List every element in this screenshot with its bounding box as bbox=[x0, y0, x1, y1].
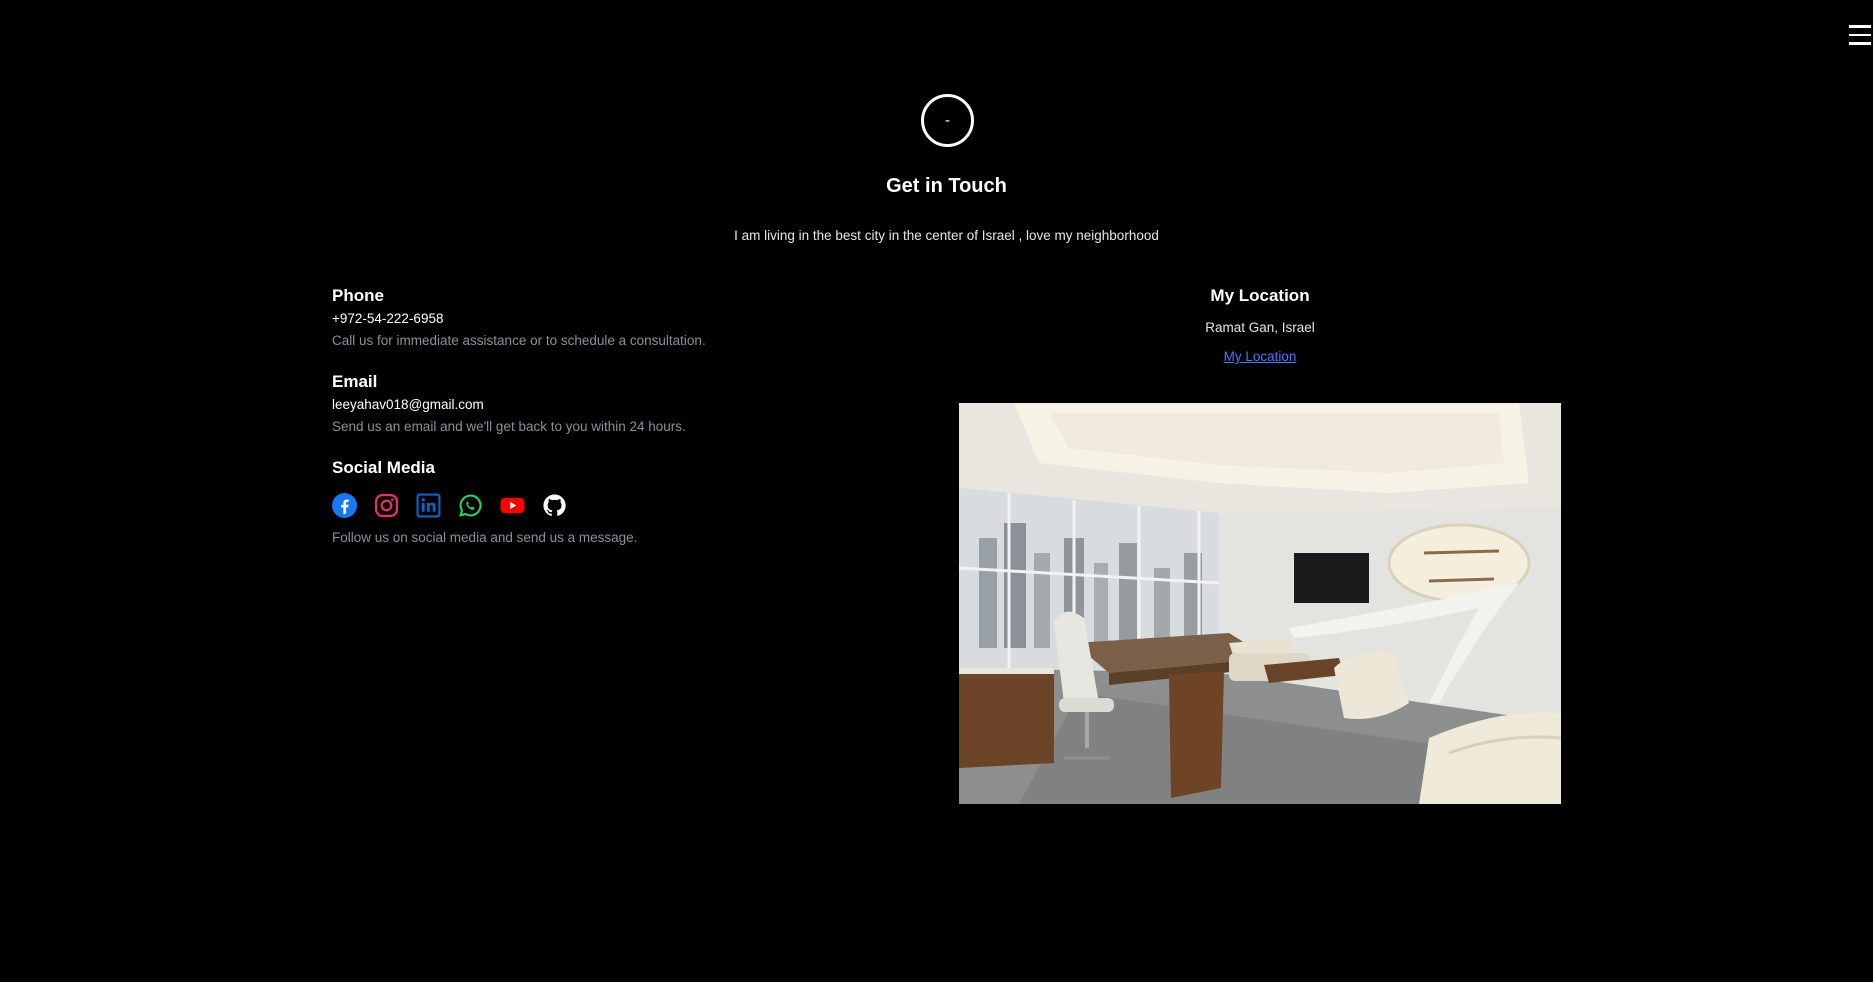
phone-title: Phone bbox=[332, 286, 384, 305]
email-description: Send us an email and we'll get back to y… bbox=[332, 419, 686, 434]
page-title: Get in Touch bbox=[886, 175, 1007, 197]
office-photo bbox=[959, 403, 1561, 804]
location-link[interactable]: My Location bbox=[1224, 349, 1297, 364]
phone-description: Call us for immediate assistance or to s… bbox=[332, 333, 706, 348]
hamburger-menu-icon[interactable] bbox=[1849, 25, 1873, 49]
email-section: Email leeyahav018@gmail.com Send us an e… bbox=[332, 372, 686, 434]
intro-text: I am living in the best city in the cent… bbox=[734, 228, 1159, 243]
phone-section: Phone +972-54-222-6958 Call us for immed… bbox=[332, 286, 706, 348]
location-title: My Location bbox=[1210, 286, 1310, 305]
linkedin-icon[interactable] bbox=[416, 493, 441, 518]
avatar: - bbox=[921, 94, 974, 147]
avatar-text: - bbox=[945, 112, 950, 129]
instagram-icon[interactable] bbox=[374, 493, 399, 518]
contact-page: - Get in Touch I am living in the best c… bbox=[0, 0, 1873, 982]
whatsapp-icon[interactable] bbox=[458, 493, 483, 518]
location-city: Ramat Gan, Israel bbox=[1205, 320, 1315, 335]
phone-number[interactable]: +972-54-222-6958 bbox=[332, 311, 706, 326]
social-icons-row bbox=[332, 493, 637, 518]
location-section: My Location Ramat Gan, Israel My Locatio… bbox=[959, 286, 1561, 804]
email-title: Email bbox=[332, 372, 378, 391]
social-media-title: Social Media bbox=[332, 458, 435, 477]
social-media-section: Social Media Follow us on social media a… bbox=[332, 458, 637, 545]
facebook-icon[interactable] bbox=[332, 493, 357, 518]
github-icon[interactable] bbox=[542, 493, 567, 518]
youtube-icon[interactable] bbox=[500, 493, 525, 518]
social-media-description: Follow us on social media and send us a … bbox=[332, 530, 638, 545]
email-address[interactable]: leeyahav018@gmail.com bbox=[332, 397, 686, 412]
